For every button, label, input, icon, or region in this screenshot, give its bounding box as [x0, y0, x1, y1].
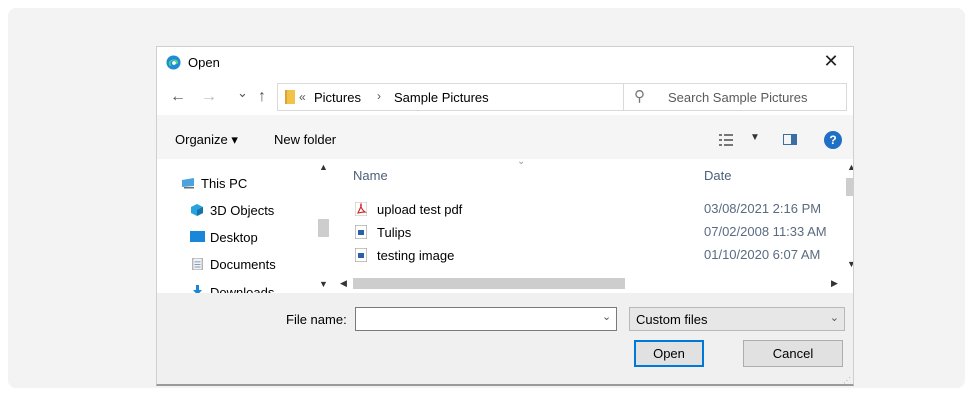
- navigation-pane-scrollbar[interactable]: ▲ ▼: [315, 159, 332, 293]
- file-name-input[interactable]: [355, 307, 617, 331]
- dialog-title: Open: [188, 55, 220, 70]
- sidebar-item-label: This PC: [201, 175, 248, 191]
- 3d-objects-icon: [191, 204, 203, 216]
- breadcrumb-pictures[interactable]: Pictures: [314, 90, 361, 105]
- file-row-upload-test-pdf[interactable]: upload test pdf: [355, 200, 462, 218]
- sidebar-item-label: Documents: [210, 256, 276, 272]
- file-name: testing image: [377, 247, 455, 263]
- file-type-value: Custom files: [636, 312, 708, 327]
- open-button[interactable]: Open: [634, 340, 704, 367]
- help-icon[interactable]: ?: [824, 131, 842, 149]
- file-row-tulips[interactable]: Tulips: [355, 223, 411, 241]
- scrollbar-thumb[interactable]: [353, 278, 625, 289]
- documents-icon: [192, 258, 203, 270]
- file-name-dropdown-icon[interactable]: ⌄: [602, 310, 611, 323]
- downloads-icon: [193, 285, 202, 293]
- forward-icon[interactable]: →: [201, 88, 217, 106]
- new-folder-button[interactable]: New folder: [274, 132, 336, 147]
- sidebar-item-label: Downloads: [210, 285, 275, 293]
- file-list-horizontal-scrollbar[interactable]: ◀ ▶: [335, 275, 843, 292]
- edge-browser-icon: [166, 55, 181, 70]
- pdf-file-icon: [355, 202, 367, 216]
- scroll-up-icon[interactable]: ▲: [843, 159, 853, 176]
- scroll-right-icon[interactable]: ▶: [826, 275, 843, 292]
- this-pc-icon: [182, 178, 194, 189]
- scrollbar-thumb[interactable]: [846, 178, 853, 196]
- scroll-down-icon[interactable]: ▼: [315, 276, 332, 293]
- resize-grip-icon[interactable]: ⋰: [843, 376, 851, 384]
- search-box[interactable]: ⚲ Search Sample Pictures: [623, 83, 847, 111]
- navigation-pane: This PC 3D Objects Desktop Documents Dow…: [157, 159, 335, 293]
- view-options-dropdown-icon[interactable]: ▼: [750, 132, 760, 143]
- page-backdrop: Open ✕ ← → ⌄ ↑ « Pictures › Sample Pictu…: [8, 8, 965, 388]
- sidebar-item-downloads[interactable]: Downloads: [190, 281, 274, 293]
- sidebar-item-3d-objects[interactable]: 3D Objects: [190, 201, 274, 219]
- scrollbar-thumb[interactable]: [318, 219, 329, 237]
- file-type-select[interactable]: Custom files ⌄: [629, 307, 845, 331]
- open-file-dialog: Open ✕ ← → ⌄ ↑ « Pictures › Sample Pictu…: [156, 46, 854, 386]
- title-bar: Open ✕: [157, 47, 853, 79]
- desktop-icon: [190, 231, 205, 242]
- sidebar-item-this-pc[interactable]: This PC: [181, 174, 247, 192]
- sidebar-item-documents[interactable]: Documents: [190, 255, 276, 273]
- breadcrumb-overflow-icon[interactable]: «: [299, 90, 306, 104]
- image-file-icon: [355, 248, 367, 262]
- dialog-footer: File name: ⌄ Custom files ⌄ Open Cancel …: [157, 293, 853, 384]
- file-name: upload test pdf: [377, 201, 463, 217]
- scroll-down-icon[interactable]: ▼: [843, 256, 853, 273]
- sort-chevron-icon: ⌄: [517, 156, 526, 167]
- up-folder-icon[interactable]: ↑: [258, 88, 266, 106]
- file-list-vertical-scrollbar[interactable]: ▲ ▼: [843, 159, 853, 273]
- file-name: Tulips: [377, 224, 412, 240]
- command-toolbar: Organize ▾ New folder ▼ ?: [157, 115, 853, 159]
- organize-button[interactable]: Organize ▾: [175, 132, 238, 148]
- breadcrumb-sample-pictures[interactable]: Sample Pictures: [394, 90, 489, 105]
- file-date: 01/10/2020 6:07 AM: [704, 247, 821, 262]
- navigation-bar: ← → ⌄ ↑ « Pictures › Sample Pictures ⌄ ↻…: [157, 81, 853, 115]
- file-date: 03/08/2021 2:16 PM: [704, 201, 822, 216]
- breadcrumb-separator-icon[interactable]: ›: [377, 89, 381, 103]
- sidebar-item-desktop[interactable]: Desktop: [190, 228, 258, 246]
- image-file-icon: [355, 225, 367, 239]
- folder-icon: [285, 90, 295, 104]
- back-icon[interactable]: ←: [170, 88, 186, 106]
- search-placeholder: Search Sample Pictures: [668, 90, 808, 105]
- file-row-testing-image[interactable]: testing image: [355, 246, 454, 264]
- change-view-icon[interactable]: [719, 134, 733, 146]
- cancel-button[interactable]: Cancel: [743, 340, 843, 367]
- close-button[interactable]: ✕: [809, 47, 853, 77]
- sidebar-item-label: Desktop: [210, 229, 258, 245]
- file-list-pane: ⌄ Name Date upload test pdf 03/08/2021 2…: [335, 156, 853, 293]
- file-type-dropdown-icon: ⌄: [829, 312, 839, 324]
- file-date: 07/02/2008 11:33 AM: [704, 224, 827, 239]
- scroll-left-icon[interactable]: ◀: [335, 275, 352, 292]
- scroll-up-icon[interactable]: ▲: [315, 159, 332, 176]
- file-name-label: File name:: [286, 312, 347, 327]
- column-header-date[interactable]: Date: [704, 168, 731, 183]
- search-icon: ⚲: [634, 88, 645, 105]
- sidebar-item-label: 3D Objects: [210, 202, 275, 218]
- preview-pane-icon[interactable]: [783, 134, 797, 145]
- recent-locations-icon[interactable]: ⌄: [237, 84, 248, 102]
- column-header-name[interactable]: Name: [353, 168, 388, 183]
